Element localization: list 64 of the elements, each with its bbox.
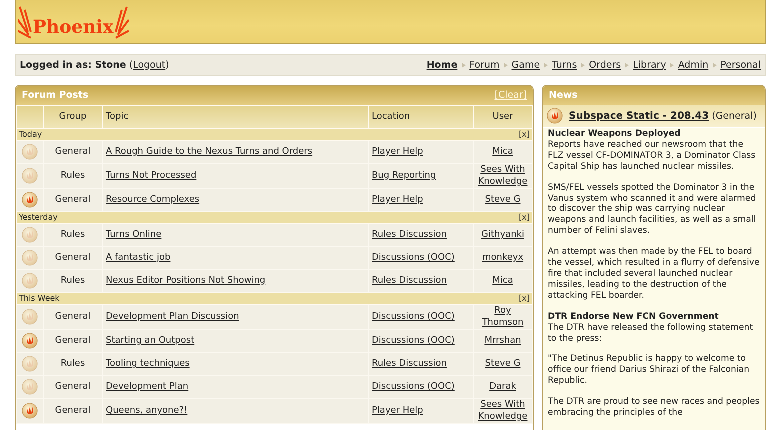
column-header: User [474, 106, 532, 128]
article-paragraph: Reports have reached our newsroom that the FLZ vessel CF-DOMINATOR 3, a Dominator Class Capital Ship has launched nuclear missiles. [548, 140, 757, 173]
group-cell: General [55, 336, 91, 346]
article-paragraph: The DTR are proud to see new races and peoples embracing the principles of the [548, 397, 760, 419]
chevron-icon [504, 62, 508, 68]
column-header: Location [368, 106, 474, 128]
article-title: Nuclear Weapons Deployed [548, 129, 682, 140]
topic-link[interactable]: A fantastic job [106, 253, 171, 263]
panel-title: News [549, 90, 578, 101]
nav-link[interactable]: Forum [470, 60, 500, 70]
topic-link[interactable]: Turns Online [106, 230, 162, 240]
group-cell: Rules [60, 171, 86, 181]
group-cell: General [55, 147, 91, 157]
chevron-icon [462, 62, 466, 68]
chevron-icon [670, 62, 674, 68]
topic-link[interactable]: Resource Complexes [106, 195, 200, 205]
topic-link[interactable]: Tooling techniques [106, 359, 190, 369]
group-cell: Rules [60, 230, 86, 240]
group-label: Yesterday [19, 212, 58, 223]
collapse-link[interactable]: [x] [519, 293, 530, 304]
topic-link[interactable]: Development Plan [106, 382, 189, 392]
location-link[interactable]: Player Help [372, 406, 424, 416]
group-cell: Rules [60, 276, 86, 286]
group-cell: General [55, 312, 91, 322]
nav-link[interactable]: Turns [552, 60, 578, 70]
nav-link[interactable]: Game [512, 60, 540, 70]
panel-title: Forum Posts [22, 90, 89, 101]
group-cell: Rules [60, 359, 86, 369]
article-paragraph: An attempt was then made by the FEL to board the vessel, which resulted in a flurry of defensive fire that included several launched nuclear missiles, leading to the destruction of the attacking FEL boarder. [548, 247, 760, 302]
collapse-link[interactable]: [x] [519, 129, 530, 140]
article-paragraph: "The Detinus Republic is happy to welcome to office our friend Darius Shirazi of the Falconian Republic. [548, 354, 751, 388]
logo-text: Phoenix [33, 18, 114, 38]
logout-link[interactable]: Logout [133, 60, 166, 70]
chevron-icon [581, 62, 586, 68]
news-headline-link[interactable]: Subspace Static - 208.43 [569, 110, 710, 122]
group-label: Today [19, 129, 42, 140]
wing-icon [18, 6, 32, 40]
group-cell: General [55, 195, 91, 205]
article-paragraph: SMS/FEL vessels spotted the Dominator 3 in the Vanus system who scanned it and were alarmed to discover the ship was carrying nuclear weapons and launch facilities, as well as a small number of Felini slaves. [548, 182, 758, 238]
news-category: (General) [712, 110, 757, 122]
collapse-link[interactable]: [x] [519, 212, 530, 223]
nav-link[interactable]: Admin [678, 60, 709, 70]
nav-link[interactable]: Home [426, 60, 458, 70]
column-header: Topic [102, 106, 368, 128]
chevron-icon [625, 62, 630, 68]
user-link[interactable]: Mica [492, 146, 514, 158]
article-title: DTR Endorse New FCN Government [548, 312, 720, 323]
wing-icon [114, 6, 129, 40]
topic-link[interactable]: Starting an Outpost [106, 336, 195, 346]
nav-link[interactable]: Orders [589, 60, 622, 70]
group-cell: General [55, 406, 91, 416]
login-status: Logged in as: Stone (Logout) [20, 60, 170, 70]
group-cell: General [55, 253, 91, 263]
group-label: This Week [19, 293, 60, 304]
column-header: Group [44, 106, 102, 128]
topic-link[interactable]: Queens, anyone?! [106, 406, 188, 416]
nav-link[interactable]: Library [633, 60, 666, 70]
nav-link[interactable]: Personal [720, 60, 761, 70]
group-cell: General [55, 382, 91, 392]
chevron-icon [712, 62, 717, 68]
user-link[interactable]: Mica [492, 275, 514, 287]
topic-link[interactable]: Turns Not Processed [106, 171, 197, 181]
article-paragraph: The DTR have released the following statement to the press: [548, 322, 754, 344]
chevron-icon [544, 62, 548, 68]
